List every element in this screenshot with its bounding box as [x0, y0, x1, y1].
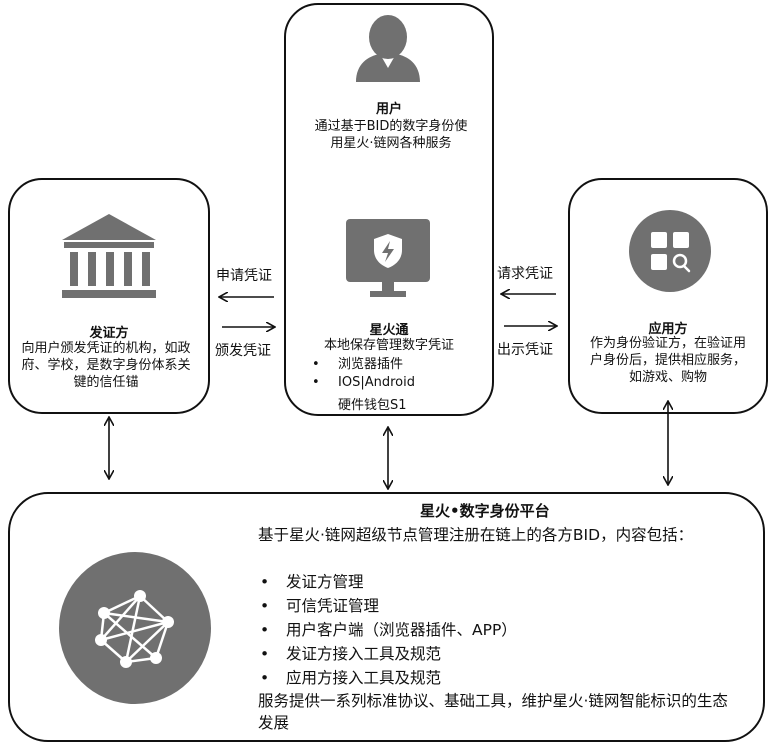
issuer-title: 发证方 [89, 326, 129, 341]
wallet-list: 浏览器插件 IOS|Android [312, 356, 415, 392]
user-title: 用户 [375, 102, 402, 117]
platform-list: 发证方管理 可信凭证管理 用户客户端（浏览器插件、APP） 发证方接入工具及规范… [258, 570, 517, 690]
request-label: 请求凭证 [497, 266, 553, 282]
bank-building-icon [62, 214, 156, 298]
platform-intro: 基于星火·链网超级节点管理注册在链上的各方BID，内容包括： [258, 526, 694, 544]
wallet-desc: 本地保存管理数字凭证 [323, 338, 454, 353]
issue-label: 颁发凭证 [215, 343, 271, 359]
apply-label: 申请凭证 [216, 268, 272, 284]
wallet-title: 星火通 [369, 323, 409, 338]
list-item: 用户客户端（浏览器插件、APP） [258, 618, 517, 642]
list-item: 浏览器插件 [312, 356, 415, 374]
user-desc: 通过基于BID的数字身份使用星火·链网各种服务 [314, 119, 468, 151]
issuer-desc: 向用户颁发凭证的机构，如政府、学校，是数字身份体系关键的信任锚 [21, 341, 191, 390]
user-silhouette-icon [356, 15, 420, 82]
list-item: 发证方管理 [258, 570, 517, 594]
app-desc: 作为身份验证方，在验证用户身份后，提供相应服务，如游戏、购物 [589, 336, 746, 385]
list-item: 可信凭证管理 [258, 594, 517, 618]
monitor-shield-icon [346, 219, 430, 297]
apps-search-icon [629, 210, 711, 292]
wallet-extra: 硬件钱包S1 [338, 398, 407, 413]
list-item: 发证方接入工具及规范 [258, 642, 517, 666]
list-item: 应用方接入工具及规范 [258, 666, 517, 690]
platform-title: 星火•数字身份平台 [420, 502, 550, 520]
list-item: IOS|Android [312, 374, 415, 392]
platform-outro: 服务提供一系列标准协议、基础工具，维护星火·链网智能标识的生态发展 [258, 692, 728, 732]
present-label: 出示凭证 [497, 342, 553, 358]
network-nodes-icon [59, 552, 211, 704]
